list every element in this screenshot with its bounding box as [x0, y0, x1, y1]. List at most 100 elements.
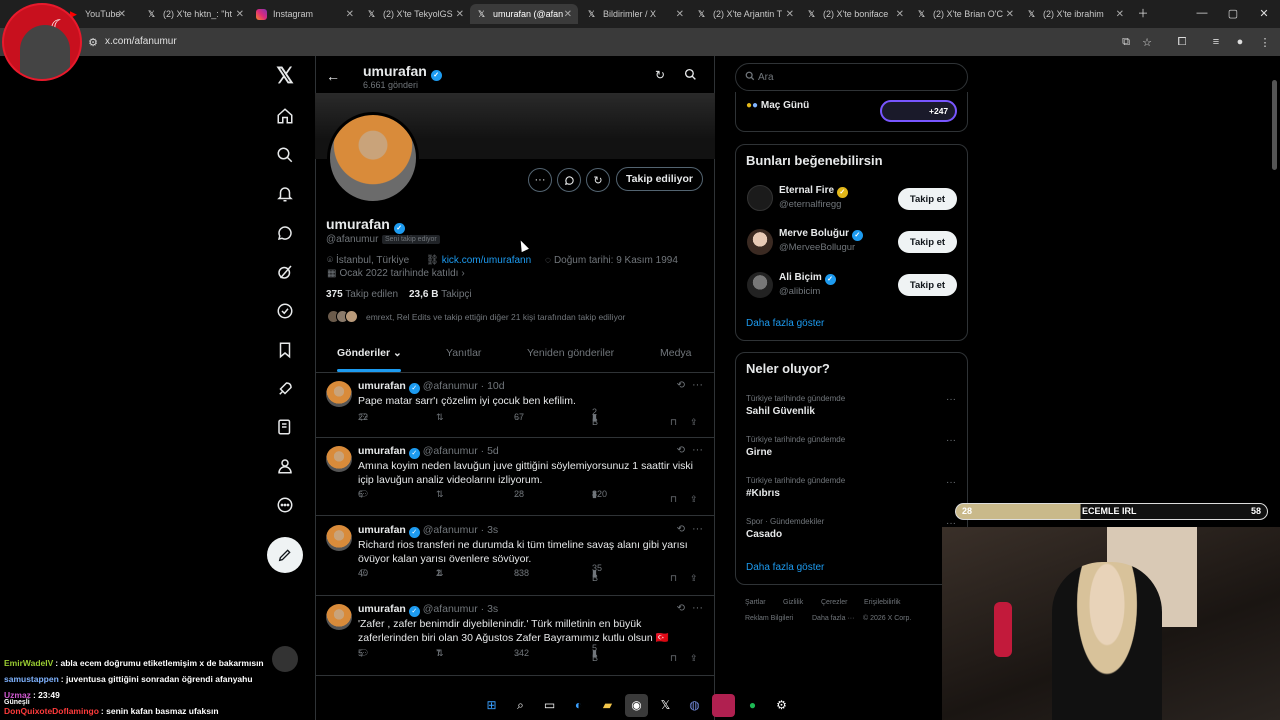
footer-link[interactable]: Şartlar	[745, 599, 766, 606]
tab-media[interactable]: Medya	[660, 347, 692, 359]
browser-tab[interactable]: 𝕏 (2) X'te hktn_: "ht ✕	[140, 4, 250, 24]
browser-tab[interactable]: 𝕏 (2) X'te boniface ✕	[800, 4, 910, 24]
close-icon[interactable]: ✕	[896, 9, 904, 20]
chrome-icon[interactable]: ◉	[625, 693, 648, 717]
avatar[interactable]	[326, 381, 352, 407]
browser-tab[interactable]: 𝕏 (2) X'te TekyolGS ✕	[360, 4, 470, 24]
message-button[interactable]	[557, 168, 581, 192]
following-stat[interactable]: 375 Takip edilen	[326, 289, 398, 300]
browser-tab[interactable]: 𝕏 Bildirimler / X ✕	[580, 4, 690, 24]
tweet[interactable]: umurafan ✓ @afanumur · 5d ⟲ ··· Amına ko…	[315, 438, 715, 516]
file-explorer-icon[interactable]: ▰	[596, 694, 619, 717]
close-icon[interactable]: ✕	[1116, 9, 1124, 20]
browser-tab[interactable]: Instagram ✕	[250, 4, 360, 24]
more-icon[interactable]: ···	[692, 444, 703, 456]
more-icon[interactable]: ···	[946, 435, 956, 446]
grok-refresh-icon[interactable]: ↻	[655, 68, 665, 82]
task-view-icon[interactable]: ▭	[538, 694, 561, 717]
following-button[interactable]: Takip ediliyor	[616, 167, 703, 191]
close-icon[interactable]: ✕	[236, 9, 244, 20]
follow-button[interactable]: Takip et	[898, 188, 957, 210]
live-event[interactable]: ●● Maç Günü	[746, 100, 809, 111]
more-icon[interactable]: ···	[946, 394, 956, 405]
more-options-button[interactable]: ···	[528, 168, 552, 192]
trend-item[interactable]: Casado	[746, 529, 782, 540]
grok-icon[interactable]: ⟲	[677, 524, 685, 535]
close-icon[interactable]: ✕	[118, 9, 126, 20]
app-icon[interactable]	[712, 693, 735, 717]
more-icon[interactable]: ···	[692, 379, 703, 391]
lists-icon[interactable]	[273, 415, 297, 439]
avatar[interactable]	[326, 446, 352, 472]
close-icon[interactable]: ✕	[456, 9, 464, 20]
live-listeners[interactable]: +247	[880, 100, 957, 122]
rocket-icon[interactable]	[273, 377, 297, 401]
scrollbar[interactable]	[1272, 80, 1277, 170]
footer-link[interactable]: Çerezler	[821, 599, 847, 606]
avatar[interactable]	[747, 229, 773, 255]
notify-button[interactable]: ↻	[586, 168, 610, 192]
bookmarks-icon[interactable]	[273, 338, 297, 362]
x-logo-icon[interactable]: 𝕏	[273, 63, 297, 88]
edge-icon[interactable]: ◐	[567, 694, 590, 717]
grok-icon[interactable]	[273, 260, 297, 284]
tweet[interactable]: umurafan ✓ @afanumur · 10d ⟲ ··· Pape ma…	[315, 373, 715, 438]
footer-link[interactable]: Reklam Bilgileri	[745, 615, 793, 622]
bookmark-icon[interactable]: ⊓	[670, 494, 677, 505]
suggestion-name[interactable]: Merve Boluğur ✓	[779, 228, 863, 241]
bookmark-icon[interactable]: ⊓	[670, 573, 677, 584]
maximize-icon[interactable]: ▢	[1226, 6, 1240, 20]
followers-stat[interactable]: 23,6 B Takipçi	[409, 289, 472, 300]
more-circle-icon[interactable]	[273, 493, 297, 517]
share-icon[interactable]: ⇪	[690, 573, 698, 584]
bookmark-icon[interactable]: ⊓	[670, 417, 677, 428]
follow-button[interactable]: Takip et	[898, 274, 957, 296]
browser-tab[interactable]: 𝕏 (2) X'te Brian O'C ✕	[910, 4, 1020, 24]
media-icon[interactable]: ≡	[1209, 35, 1223, 49]
trend-item[interactable]: #Kıbrıs	[746, 488, 780, 499]
browser-tab[interactable]: 𝕏 (2) X'te Arjantin T ✕	[690, 4, 800, 24]
avatar[interactable]	[326, 604, 352, 630]
follow-button[interactable]: Takip et	[898, 231, 957, 253]
followers-you-know[interactable]: emrext, Rel Edits ve takip ettiğin diğer…	[366, 312, 625, 322]
messages-icon[interactable]	[273, 221, 297, 245]
close-icon[interactable]: ✕	[564, 9, 572, 20]
compose-post-button[interactable]	[267, 537, 303, 573]
menu-kebab-icon[interactable]: ⋮	[1258, 35, 1272, 49]
footer-link[interactable]: Daha fazla ···	[812, 615, 854, 622]
verified-orgs-icon[interactable]	[273, 299, 297, 323]
bookmark-icon[interactable]: ⊓	[670, 653, 677, 664]
profile-icon[interactable]: ●	[1233, 35, 1247, 49]
close-icon[interactable]: ✕	[346, 9, 354, 20]
new-tab-icon[interactable]: ＋	[1136, 6, 1150, 20]
share-icon[interactable]: ⇪	[690, 417, 698, 428]
tab-replies[interactable]: Yanıtlar	[446, 347, 481, 359]
site-info-icon[interactable]: ⚙	[86, 35, 100, 49]
extensions-icon[interactable]: ⧠	[1175, 35, 1189, 49]
close-icon[interactable]: ✕	[676, 9, 684, 20]
footer-link[interactable]: Erişilebilirlik	[864, 599, 901, 606]
show-more-link[interactable]: Daha fazla göster	[746, 318, 824, 329]
tweet[interactable]: umurafan ✓ @afanumur · 3s ⟲ ··· 'Zafer ,…	[315, 596, 715, 676]
search-icon[interactable]	[273, 143, 297, 167]
discord-icon[interactable]: ◍	[683, 694, 706, 717]
more-icon[interactable]: ···	[692, 523, 703, 535]
tweet[interactable]: umurafan ✓ @afanumur · 3s ⟲ ··· Richard …	[315, 517, 715, 596]
grok-icon[interactable]: ⟲	[677, 380, 685, 391]
profile-nav-icon[interactable]	[273, 454, 297, 478]
cast-icon[interactable]: ⧉	[1119, 35, 1133, 49]
avatar[interactable]	[747, 272, 773, 298]
minimize-icon[interactable]: —	[1195, 6, 1209, 20]
notifications-bell-icon[interactable]	[273, 182, 297, 206]
trend-item[interactable]: Sahil Güvenlik	[746, 406, 815, 417]
tab-posts[interactable]: Gönderiler ⌄	[337, 347, 402, 359]
tab-reposts[interactable]: Yeniden gönderiler	[527, 347, 614, 359]
browser-tab-active[interactable]: 𝕏 umurafan (@afan ✕	[470, 4, 578, 24]
close-icon[interactable]: ✕	[786, 9, 794, 20]
browser-tab[interactable]: 𝕏 (2) X'te ibrahim ✕	[1020, 4, 1130, 24]
avatar[interactable]	[326, 525, 352, 551]
windows-start-icon[interactable]: ⊞	[480, 694, 503, 717]
show-more-link[interactable]: Daha fazla göster	[746, 562, 824, 573]
home-icon[interactable]	[273, 104, 297, 128]
settings-icon[interactable]: ⚙	[770, 694, 793, 717]
